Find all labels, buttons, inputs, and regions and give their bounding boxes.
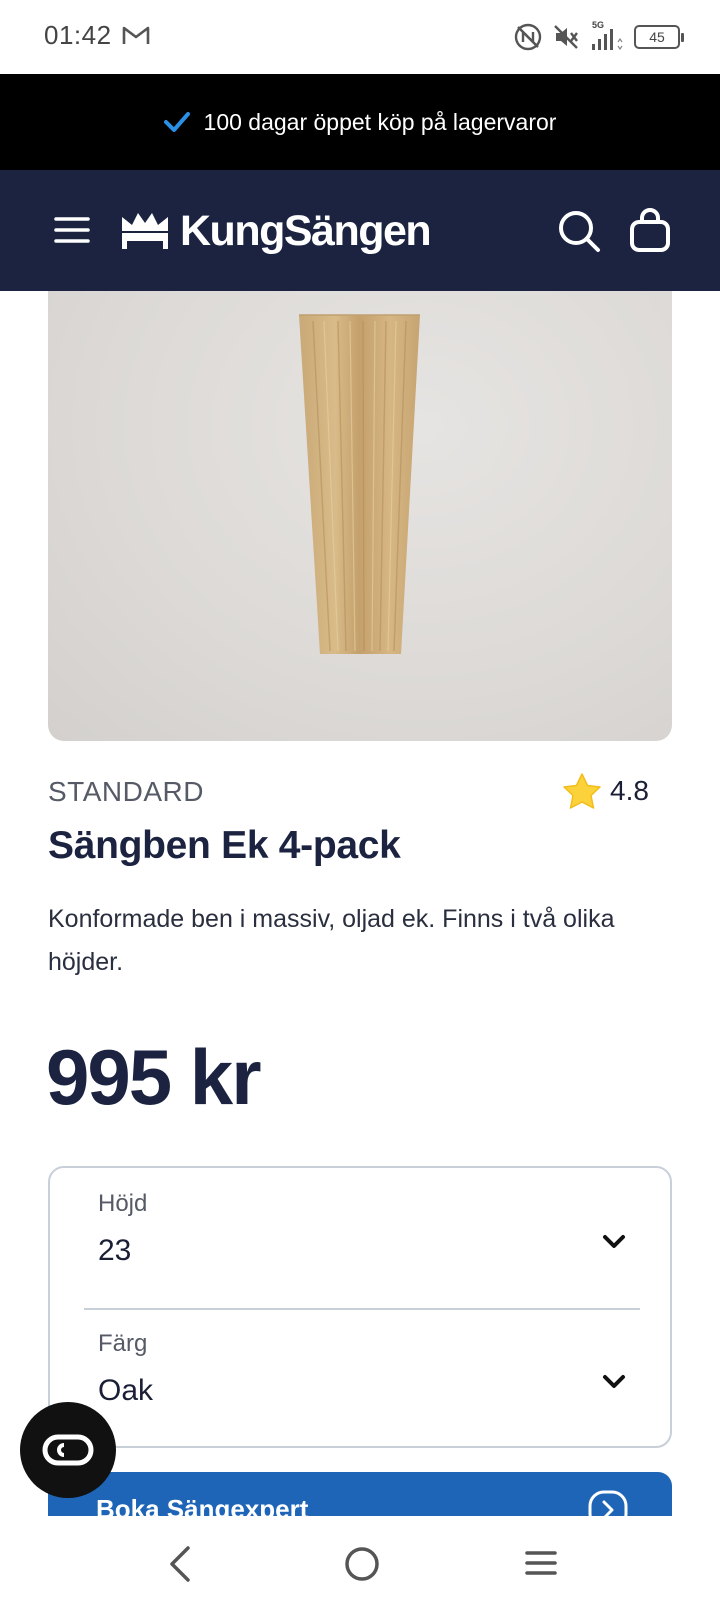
- promo-text: 100 dagar öppet köp på lagervaror: [203, 108, 557, 135]
- status-time: 01:42: [44, 20, 112, 50]
- check-icon: [163, 112, 190, 132]
- battery-level: 45: [649, 29, 665, 45]
- search-icon[interactable]: [556, 208, 602, 254]
- height-value: 23: [98, 1234, 132, 1267]
- height-label: Höjd: [98, 1190, 148, 1217]
- logo-text: KungSängen: [180, 206, 432, 255]
- shopping-bag-icon[interactable]: [628, 206, 672, 254]
- height-select[interactable]: Höjd 23: [98, 1190, 626, 1310]
- chat-button[interactable]: [20, 1402, 116, 1498]
- signal-icon: 5G: [590, 20, 624, 52]
- battery-icon: 45: [634, 25, 684, 49]
- color-value: Oak: [98, 1374, 154, 1407]
- product-rating: 4.8: [562, 772, 649, 810]
- chevron-down-icon: [603, 1375, 625, 1388]
- promo-bar: 100 dagar öppet köp på lagervaror: [0, 74, 720, 170]
- product-title: Sängben Ek 4-pack: [48, 824, 401, 867]
- bed-leg-image: [299, 314, 420, 654]
- recents-icon[interactable]: [524, 1546, 558, 1580]
- back-icon[interactable]: [164, 1544, 196, 1584]
- product-description: Konformade ben i massiv, oljad ek. Finns…: [48, 905, 615, 976]
- crown-bed-icon: [122, 213, 168, 249]
- color-select[interactable]: Färg Oak: [98, 1330, 626, 1450]
- chat-icon: [42, 1434, 94, 1466]
- rating-value: 4.8: [610, 775, 649, 806]
- divider: [84, 1308, 640, 1310]
- home-icon[interactable]: [342, 1544, 382, 1584]
- nfc-icon: [514, 23, 542, 51]
- logo[interactable]: KungSängen: [120, 206, 432, 256]
- star-icon: [563, 773, 601, 809]
- status-bar: 01:42 5G 45: [0, 0, 720, 74]
- mute-icon: [554, 25, 578, 49]
- product-image[interactable]: [48, 291, 672, 741]
- system-nav-bar: [0, 1516, 720, 1612]
- hamburger-icon[interactable]: [52, 210, 92, 250]
- product-brand: STANDARD: [48, 776, 204, 807]
- gmail-icon: [122, 26, 150, 44]
- variant-options: Höjd 23 Färg Oak: [48, 1166, 672, 1448]
- network-label: 5G: [592, 20, 605, 30]
- product-price: 995 kr: [46, 1033, 262, 1121]
- color-label: Färg: [98, 1330, 148, 1357]
- status-icons: 5G 45: [514, 20, 684, 54]
- chevron-down-icon: [603, 1235, 625, 1248]
- site-header: KungSängen: [0, 170, 720, 291]
